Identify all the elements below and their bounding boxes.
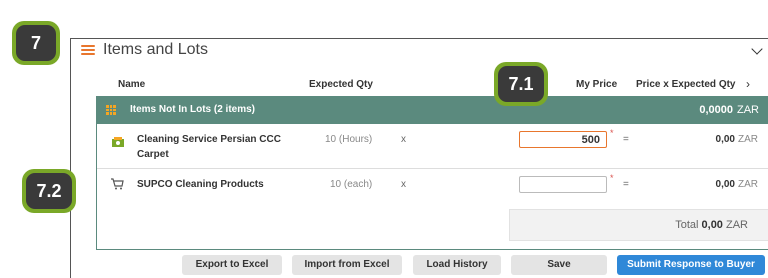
step-badge-label: 7.2 — [26, 173, 72, 209]
export-to-excel-button[interactable]: Export to Excel — [182, 255, 282, 275]
group-total: 0,0000 ZAR — [699, 104, 759, 116]
required-marker: * — [610, 128, 614, 138]
table-row: Cleaning Service Persian CCC Carpet 10 (… — [97, 126, 768, 169]
item-total: 0,00 ZAR — [716, 179, 758, 190]
item-total-currency: ZAR — [738, 179, 758, 190]
load-history-button[interactable]: Load History — [413, 255, 501, 275]
column-price-x-qty[interactable]: Price x Expected Qty — [636, 79, 736, 90]
column-my-price[interactable]: My Price — [576, 79, 617, 90]
times-sign: x — [401, 134, 406, 145]
cart-icon — [111, 178, 124, 193]
grand-total-currency: ZAR — [726, 219, 748, 231]
group-label: Items Not In Lots (2 items) — [130, 104, 256, 115]
step-badge-label: 7.1 — [498, 66, 544, 102]
grand-total-value: 0,00 — [701, 219, 723, 231]
list-icon — [81, 45, 95, 55]
action-bar: Export to Excel Import from Excel Load H… — [71, 255, 768, 275]
table-row: SUPCO Cleaning Products 10 (each) x * = … — [97, 169, 768, 201]
item-qty: 10 (each) — [330, 179, 373, 190]
required-marker: * — [610, 173, 614, 183]
group-total-currency: ZAR — [737, 104, 759, 116]
item-name: SUPCO Cleaning Products — [137, 179, 264, 190]
item-total: 0,00 ZAR — [716, 134, 758, 145]
group-total-value: 0,0000 — [699, 104, 733, 116]
times-sign: x — [401, 179, 406, 190]
equals-sign: = — [623, 134, 629, 145]
step-badge-7: 7 — [12, 21, 60, 65]
grand-total-label: Total — [675, 219, 699, 231]
step-badge-label: 7 — [16, 25, 56, 61]
chevron-right-icon[interactable]: › — [746, 77, 750, 91]
group-row[interactable]: Items Not In Lots (2 items) 0,0000 ZAR — [96, 96, 768, 124]
column-headers: Name Expected Qty My Price Price x Expec… — [71, 77, 768, 95]
service-icon — [111, 136, 125, 151]
grand-total-text: Total 0,00 ZAR — [675, 219, 748, 231]
step-badge-7-2: 7.2 — [22, 169, 76, 213]
section-header[interactable]: Items and Lots — [81, 39, 761, 61]
equals-sign: = — [623, 179, 629, 190]
submit-response-button[interactable]: Submit Response to Buyer — [617, 255, 765, 275]
import-from-excel-button[interactable]: Import from Excel — [292, 255, 402, 275]
price-input[interactable] — [519, 176, 607, 193]
price-input[interactable]: 500 — [519, 131, 607, 148]
item-name: Cleaning Service Persian CCC Carpet — [137, 134, 281, 160]
step-badge-7-1: 7.1 — [494, 62, 548, 106]
grid-icon — [106, 105, 116, 115]
item-total-value: 0,00 — [715, 134, 735, 145]
column-name[interactable]: Name — [118, 79, 145, 90]
items-and-lots-panel: Items and Lots Name Expected Qty My Pric… — [70, 38, 768, 278]
save-button[interactable]: Save — [511, 255, 607, 275]
item-qty: 10 (Hours) — [325, 134, 373, 145]
item-total-value: 0,00 — [715, 179, 735, 190]
column-expected-qty[interactable]: Expected Qty — [309, 79, 373, 90]
section-title: Items and Lots — [103, 41, 208, 58]
item-total-currency: ZAR — [738, 134, 758, 145]
grand-total: Total 0,00 ZAR — [509, 209, 768, 241]
